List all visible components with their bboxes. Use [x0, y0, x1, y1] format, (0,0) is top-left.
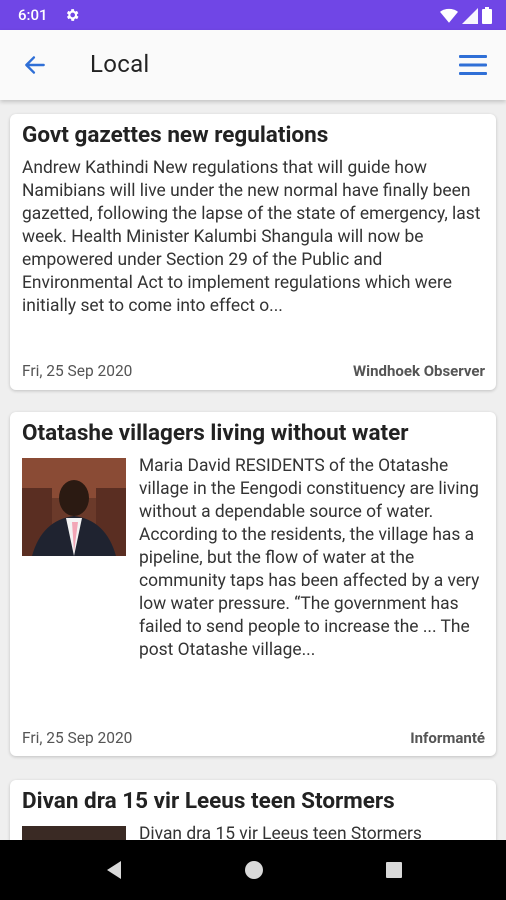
gear-icon [66, 9, 79, 21]
article-thumbnail [22, 458, 126, 556]
article-snippet: Maria David RESIDENTS of the Otatashe vi… [139, 456, 480, 660]
news-feed[interactable]: Govt gazettes new regulations Andrew Kat… [0, 100, 506, 840]
article-card[interactable]: Otatashe villagers living without water … [10, 412, 496, 756]
home-circle-icon[interactable] [242, 858, 266, 882]
wifi-icon [440, 8, 458, 23]
article-title: Otatashe villagers living without water [22, 420, 409, 446]
status-bar: 6:01 [0, 0, 506, 30]
article-title: Govt gazettes new regulations [22, 122, 329, 148]
portrait-image [22, 458, 126, 556]
back-triangle-icon[interactable] [102, 858, 126, 882]
article-snippet: Divan dra 15 vir Leeus teen Stormers [139, 824, 422, 840]
article-title: Divan dra 15 vir Leeus teen Stormers [22, 788, 395, 814]
recents-square-icon[interactable] [382, 858, 406, 882]
article-card[interactable]: Govt gazettes new regulations Andrew Kat… [10, 114, 496, 390]
article-thumbnail [22, 826, 126, 840]
article-card[interactable]: Divan dra 15 vir Leeus teen Stormers Div… [10, 780, 496, 840]
system-nav-bar [0, 840, 506, 900]
page-title: Local [90, 50, 150, 78]
article-source: Windhoek Observer [353, 362, 485, 380]
article-source: Informanté [410, 729, 485, 747]
cellular-signal-icon [462, 7, 478, 24]
back-arrow-icon[interactable] [22, 52, 48, 78]
battery-icon [482, 7, 492, 24]
article-date: Fri, 25 Sep 2020 [22, 362, 133, 380]
article-snippet: Andrew Kathindi New regulations that wil… [22, 158, 481, 316]
hamburger-menu-icon[interactable] [458, 52, 488, 78]
article-date: Fri, 25 Sep 2020 [22, 729, 133, 747]
app-bar: Local [0, 30, 506, 100]
status-icons [440, 7, 492, 24]
status-time: 6:01 [18, 6, 48, 24]
